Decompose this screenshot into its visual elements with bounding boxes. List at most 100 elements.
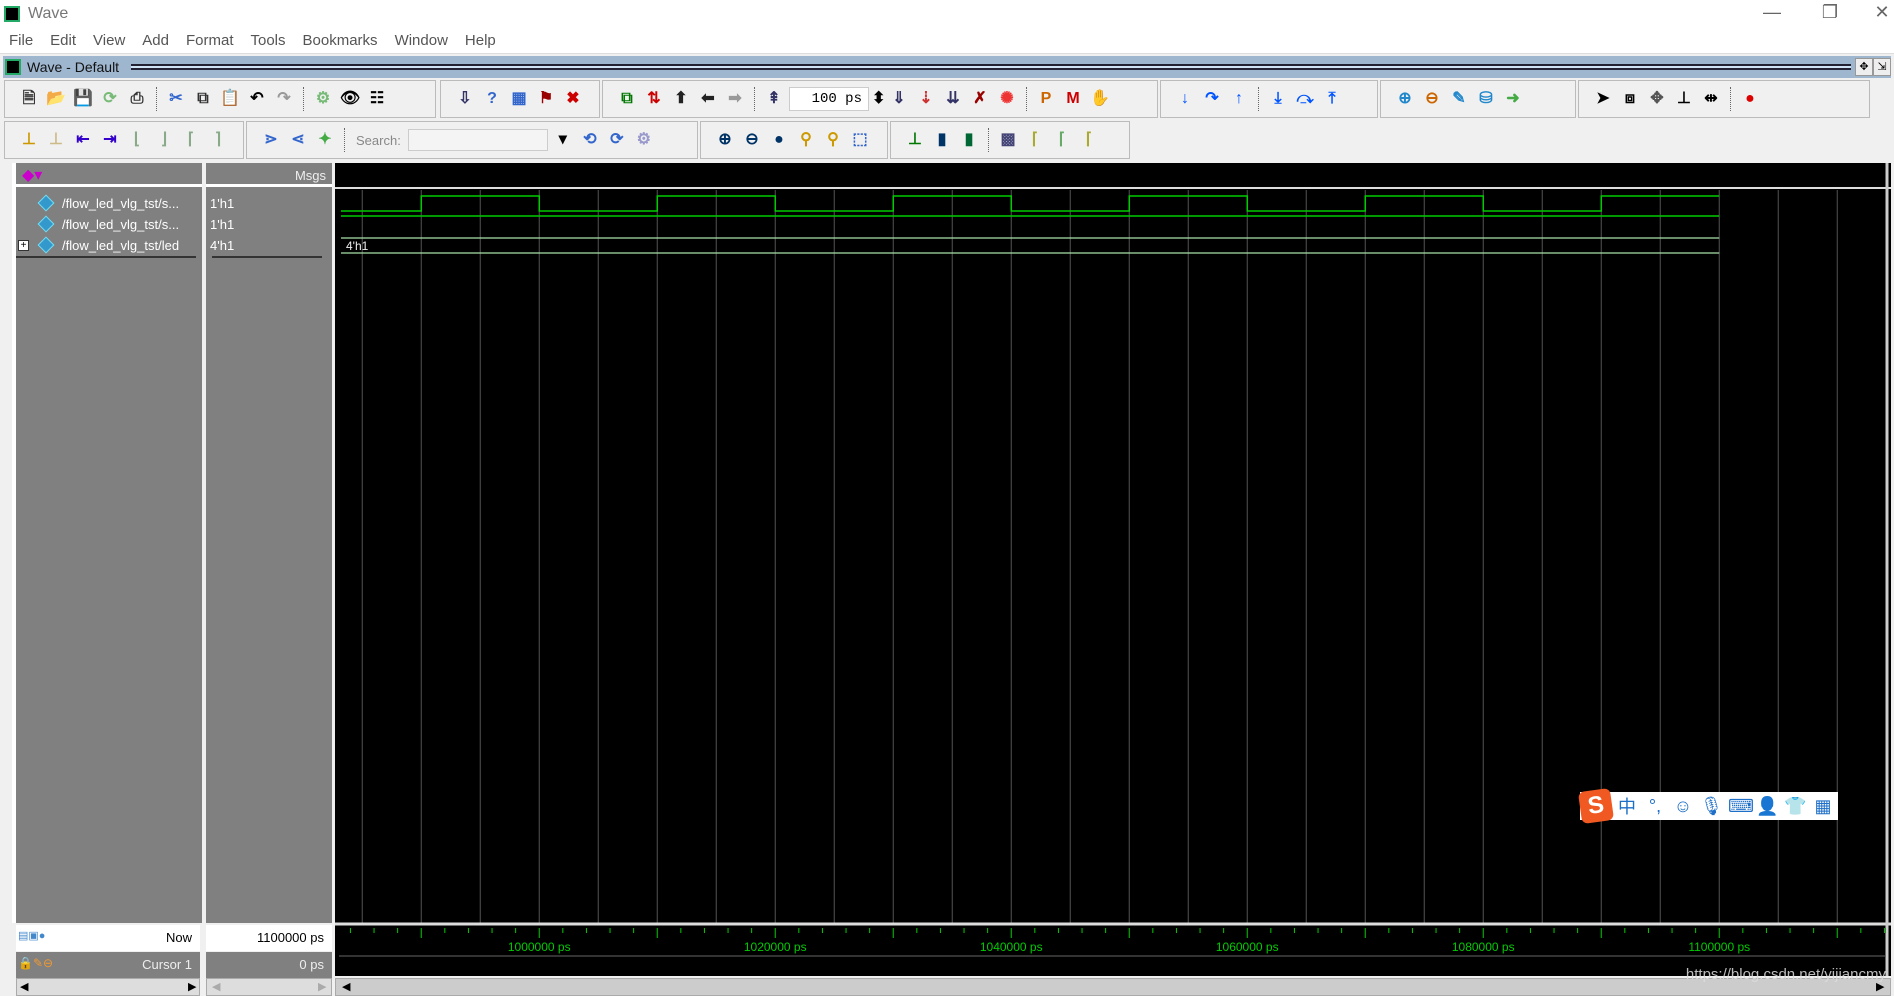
- ime-toolbar[interactable]: S 中 °, ☺ 🎙 ⌨ 👤 👕 ▦: [1577, 787, 1838, 825]
- name-scrollbar[interactable]: [16, 978, 200, 996]
- edge-c-icon[interactable]: ⌈: [1077, 128, 1101, 152]
- ime-item[interactable]: ⌨: [1728, 796, 1754, 817]
- now-tools-icon[interactable]: ▤▣●: [18, 929, 45, 942]
- zoom-full-icon[interactable]: ●: [767, 128, 791, 152]
- prev-fall-icon[interactable]: ⌈: [179, 128, 203, 152]
- undock-button[interactable]: ⇲: [1873, 58, 1891, 76]
- value-scroll-left-icon[interactable]: ◀: [212, 980, 220, 993]
- traffic-light-icon[interactable]: ●: [1738, 87, 1762, 111]
- spinner-icon[interactable]: ⬍: [872, 87, 885, 111]
- value-scroll-right-icon[interactable]: ▶: [318, 980, 326, 993]
- grid-icon[interactable]: ▦: [507, 87, 531, 111]
- edit-mode-icon[interactable]: ⊥: [1672, 87, 1696, 111]
- wave-scrollbar[interactable]: [335, 978, 1891, 996]
- menu-view[interactable]: View: [84, 28, 133, 49]
- print-icon[interactable]: ⎙: [125, 87, 149, 111]
- link-icon[interactable]: ⧉: [615, 87, 639, 111]
- waveform-pane[interactable]: 4'h1 1000000 ps 1020000 ps 1040000 ps 106000…: [335, 163, 1891, 976]
- zoom-mode-icon[interactable]: ⧈: [1618, 87, 1642, 111]
- signal-row[interactable]: /flow_led_vlg_tst/s...: [16, 193, 202, 214]
- step-into-all-icon[interactable]: ⤓: [1266, 87, 1290, 111]
- wave-block-icon[interactable]: ▮: [957, 128, 981, 152]
- undo-icon[interactable]: ↶: [245, 87, 269, 111]
- search-options-icon[interactable]: ⚙: [632, 128, 656, 152]
- restore-button[interactable]: ❐: [1810, 2, 1850, 23]
- ime-item[interactable]: ▦: [1812, 796, 1834, 817]
- wave-scroll-left-icon[interactable]: ◀: [342, 980, 350, 993]
- split-icon[interactable]: ⇹: [1699, 87, 1723, 111]
- step-into-icon[interactable]: ↓: [1173, 87, 1197, 111]
- help-icon[interactable]: ?: [480, 87, 504, 111]
- menu-add[interactable]: Add: [133, 28, 177, 49]
- wave-objects-icon[interactable]: ◆▾: [22, 165, 42, 185]
- profile-m-icon[interactable]: M: [1061, 87, 1085, 111]
- zoom-between-icon[interactable]: ⚲: [821, 128, 845, 152]
- ime-item[interactable]: 🎙: [1700, 796, 1723, 817]
- ime-item[interactable]: 👤: [1756, 796, 1778, 817]
- scroll-left-icon[interactable]: ◀: [20, 980, 28, 993]
- paste-icon[interactable]: 📋: [218, 87, 242, 111]
- cursor-lock-icon[interactable]: 🔒✎⊖: [18, 956, 53, 970]
- stop-icon[interactable]: ✺: [995, 87, 1019, 111]
- save-icon[interactable]: 💾: [71, 87, 95, 111]
- zoom-cursor-icon[interactable]: ⚲: [794, 128, 818, 152]
- step-out-all-icon[interactable]: ⤒: [1320, 87, 1344, 111]
- simulate-icon[interactable]: ⚑: [534, 87, 558, 111]
- binoculars-icon[interactable]: 👁: [338, 87, 362, 111]
- signal-row[interactable]: + /flow_led_vlg_tst/led: [16, 235, 202, 256]
- new-icon[interactable]: 🗎: [17, 87, 41, 111]
- waveform-canvas[interactable]: 4'h1 1000000 ps 1020000 ps 1040000 ps 106000…: [335, 163, 1891, 976]
- break-icon[interactable]: ✖: [561, 87, 585, 111]
- next-edge-icon[interactable]: ⌋: [152, 128, 176, 152]
- save-dataflow-icon[interactable]: ⛁: [1474, 87, 1498, 111]
- wave-line-icon[interactable]: ⊥: [903, 128, 927, 152]
- expand-icon[interactable]: ⋗: [259, 128, 283, 152]
- run-all-icon[interactable]: ⇊: [941, 87, 965, 111]
- run-length-input[interactable]: 100 ps: [789, 87, 869, 111]
- dither-icon[interactable]: ▩: [996, 128, 1020, 152]
- zoom-region-icon[interactable]: ⬚: [848, 128, 872, 152]
- profile-p-icon[interactable]: P: [1034, 87, 1058, 111]
- delete-cursor-icon[interactable]: ⊥: [44, 128, 68, 152]
- next-rise-icon[interactable]: ⌉: [206, 128, 230, 152]
- remove-dataflow-icon[interactable]: ⊖: [1420, 87, 1444, 111]
- ime-item[interactable]: 中: [1616, 793, 1638, 819]
- menu-format[interactable]: Format: [177, 28, 242, 49]
- search-dropdown-icon[interactable]: ▾: [551, 128, 575, 152]
- next-cursor-icon[interactable]: ⇥: [98, 128, 122, 152]
- reload-icon[interactable]: ⟳: [98, 87, 122, 111]
- menu-bookmarks[interactable]: Bookmarks: [294, 28, 386, 49]
- signal-1-waveform[interactable]: [341, 195, 1720, 212]
- step-over-all-icon[interactable]: ⤼: [1293, 87, 1317, 111]
- select-mode-icon[interactable]: ➤: [1591, 87, 1615, 111]
- sort-icon[interactable]: ⇅: [642, 87, 666, 111]
- zoom-in-icon[interactable]: ⊕: [713, 128, 737, 152]
- prev-edge-icon[interactable]: ⌊: [125, 128, 149, 152]
- up-icon[interactable]: ⬆: [669, 87, 693, 111]
- structure-icon[interactable]: ☷: [365, 87, 389, 111]
- run-icon[interactable]: ⇓: [887, 87, 911, 111]
- continue-icon[interactable]: ⇣: [914, 87, 938, 111]
- run-length-icon[interactable]: ⇞: [762, 87, 786, 111]
- minimize-button[interactable]: —: [1752, 2, 1792, 23]
- prev-cursor-icon[interactable]: ⇤: [71, 128, 95, 152]
- select-tree-icon[interactable]: ✦: [313, 128, 337, 152]
- search-input[interactable]: [407, 129, 548, 151]
- collapse-icon[interactable]: ⋖: [286, 128, 310, 152]
- ime-item[interactable]: 👕: [1784, 796, 1806, 817]
- menu-help[interactable]: Help: [456, 28, 504, 49]
- menu-edit[interactable]: Edit: [41, 28, 84, 49]
- menu-tools[interactable]: Tools: [242, 28, 294, 49]
- compile-icon[interactable]: ⇩: [453, 87, 477, 111]
- hand-icon[interactable]: ✋: [1088, 87, 1112, 111]
- drag-handle[interactable]: [131, 64, 1851, 70]
- ime-item[interactable]: °,: [1644, 796, 1666, 817]
- copy-icon[interactable]: ⧉: [191, 87, 215, 111]
- value-scrollbar[interactable]: [206, 978, 332, 996]
- edge-a-icon[interactable]: ⌈: [1023, 128, 1047, 152]
- edit-dataflow-icon[interactable]: ✎: [1447, 87, 1471, 111]
- search-prev-icon[interactable]: ⟲: [578, 128, 602, 152]
- ime-item[interactable]: ☺: [1672, 796, 1694, 817]
- add-dataflow-icon[interactable]: ⊕: [1393, 87, 1417, 111]
- search-next-icon[interactable]: ⟳: [605, 128, 629, 152]
